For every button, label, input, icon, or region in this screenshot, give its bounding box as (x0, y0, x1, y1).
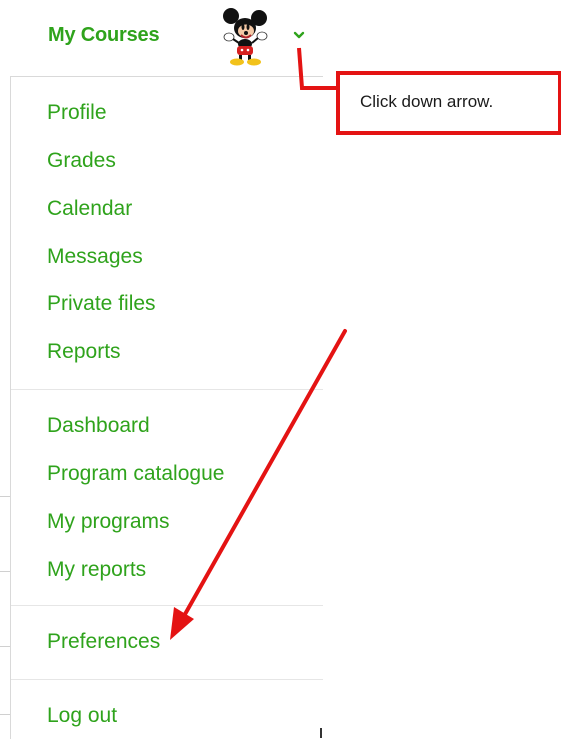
menu-divider (11, 679, 323, 680)
background-divider (0, 646, 10, 647)
menu-item-my-programs[interactable]: My programs (47, 510, 170, 534)
background-divider (0, 571, 10, 572)
menu-item-preferences[interactable]: Preferences (47, 630, 160, 654)
menu-divider (11, 389, 323, 390)
background-divider (0, 714, 10, 715)
menu-item-messages[interactable]: Messages (47, 245, 143, 269)
background-divider (0, 496, 10, 497)
user-avatar[interactable] (218, 6, 274, 66)
user-dropdown-menu: Profile Grades Calendar Messages Private… (10, 76, 323, 739)
menu-item-calendar[interactable]: Calendar (47, 197, 132, 221)
menu-item-dashboard[interactable]: Dashboard (47, 414, 150, 438)
menu-item-log-out[interactable]: Log out (47, 704, 117, 728)
mickey-mouse-avatar-icon (223, 8, 268, 66)
my-courses-link[interactable]: My Courses (48, 24, 160, 47)
menu-item-profile[interactable]: Profile (47, 101, 107, 125)
menu-item-reports[interactable]: Reports (47, 340, 121, 364)
annotation-callout: Click down arrow. (336, 71, 561, 135)
callout-text: Click down arrow. (360, 92, 494, 111)
menu-divider (11, 605, 323, 606)
chevron-down-icon (293, 31, 305, 39)
menu-item-my-reports[interactable]: My reports (47, 558, 146, 582)
menu-item-grades[interactable]: Grades (47, 149, 116, 173)
text-cursor-mark (320, 728, 322, 738)
menu-item-private-files[interactable]: Private files (47, 292, 156, 316)
menu-item-program-catalogue[interactable]: Program catalogue (47, 462, 224, 486)
user-menu-dropdown-toggle[interactable] (290, 26, 308, 44)
